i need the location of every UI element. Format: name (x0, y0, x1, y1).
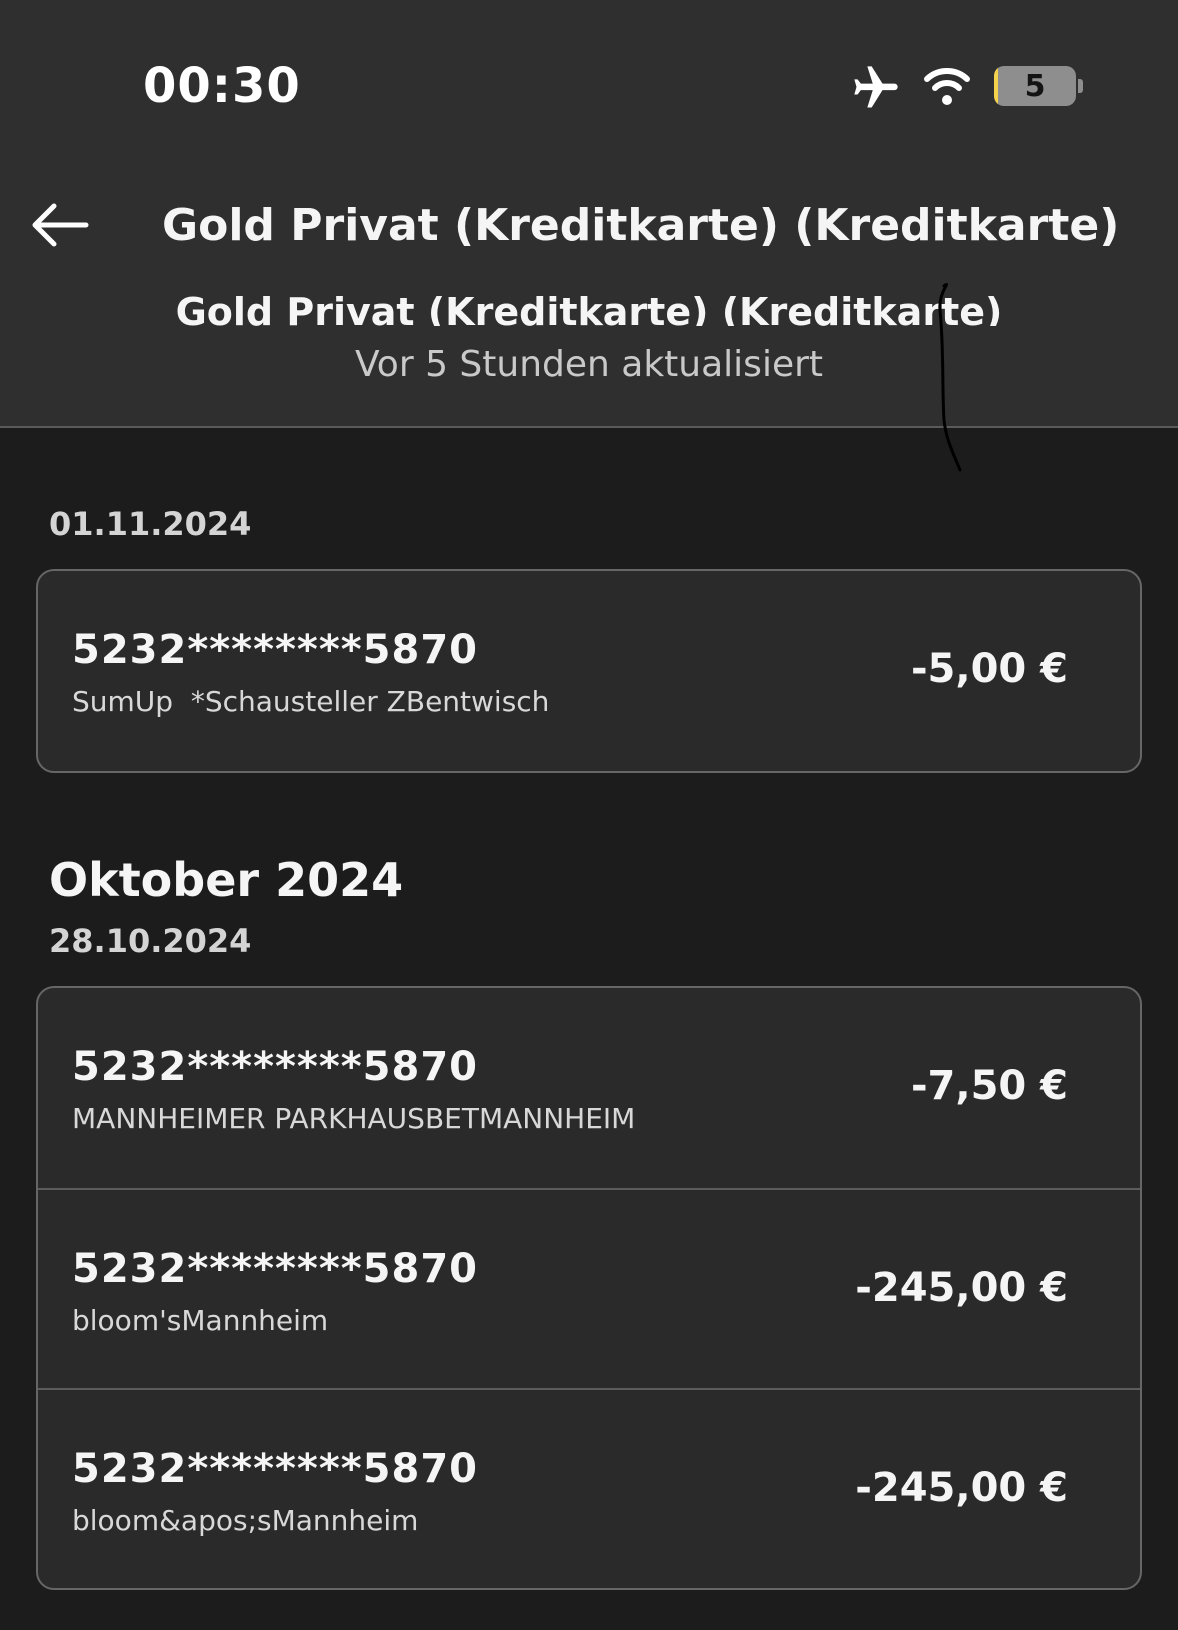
sub-title: Gold Privat (Kreditkarte) (Kreditkarte) (175, 290, 1003, 326)
battery-tip (1078, 79, 1083, 93)
month-heading: Oktober 2024 (49, 853, 404, 907)
group-date: 28.10.2024 (49, 922, 252, 960)
status-time: 00:30 (143, 58, 301, 114)
battery-icon: 5 (994, 66, 1076, 106)
card-number: 5232********5870 (72, 627, 478, 673)
group-date: 01.11.2024 (49, 505, 252, 543)
page-title: Gold Privat (Kreditkarte) (Kreditkarte) (162, 200, 1120, 251)
pen-scribble (938, 283, 962, 472)
transaction-amount: -245,00 € (855, 1465, 1068, 1511)
merchant-name: MANNHEIMER PARKHAUSBETMANNHEIM (72, 1102, 636, 1135)
status-bar: 00:30 5 (0, 0, 1178, 160)
card-number: 5232********5870 (72, 1246, 478, 1292)
arrow-left-icon[interactable] (28, 200, 92, 250)
transaction-amount: -7,50 € (910, 1063, 1068, 1109)
merchant-name: bloom'sMannheim (72, 1304, 329, 1337)
app-header: Gold Privat (Kreditkarte) (Kreditkarte) … (0, 160, 1178, 428)
battery-level: 5 (1024, 69, 1046, 104)
transaction-card: 5232********5870 SumUp *Schausteller ZBe… (36, 569, 1142, 773)
sub-title-container: Gold Privat (Kreditkarte) (Kreditkarte) (0, 290, 1178, 326)
transaction-amount: -5,00 € (910, 646, 1068, 692)
card-number: 5232********5870 (72, 1446, 478, 1492)
transaction-card: 5232********5870 MANNHEIMER PARKHAUSBETM… (36, 986, 1142, 1590)
merchant-name: SumUp *Schausteller ZBentwisch (72, 685, 550, 718)
airplane-icon (854, 66, 898, 108)
merchant-name: bloom&apos;sMannheim (72, 1504, 419, 1537)
transaction-row[interactable]: 5232********5870 bloom'sMannheim -245,00… (38, 1188, 1140, 1388)
transaction-row[interactable]: 5232********5870 bloom&apos;sMannheim -2… (38, 1388, 1140, 1588)
transaction-row[interactable]: 5232********5870 MANNHEIMER PARKHAUSBETM… (38, 988, 1140, 1188)
transaction-row[interactable]: 5232********5870 SumUp *Schausteller ZBe… (38, 571, 1140, 771)
updated-label: Vor 5 Stunden aktualisiert (354, 344, 824, 385)
transaction-amount: -245,00 € (855, 1265, 1068, 1311)
card-number: 5232********5870 (72, 1044, 478, 1090)
wifi-icon (924, 68, 970, 105)
